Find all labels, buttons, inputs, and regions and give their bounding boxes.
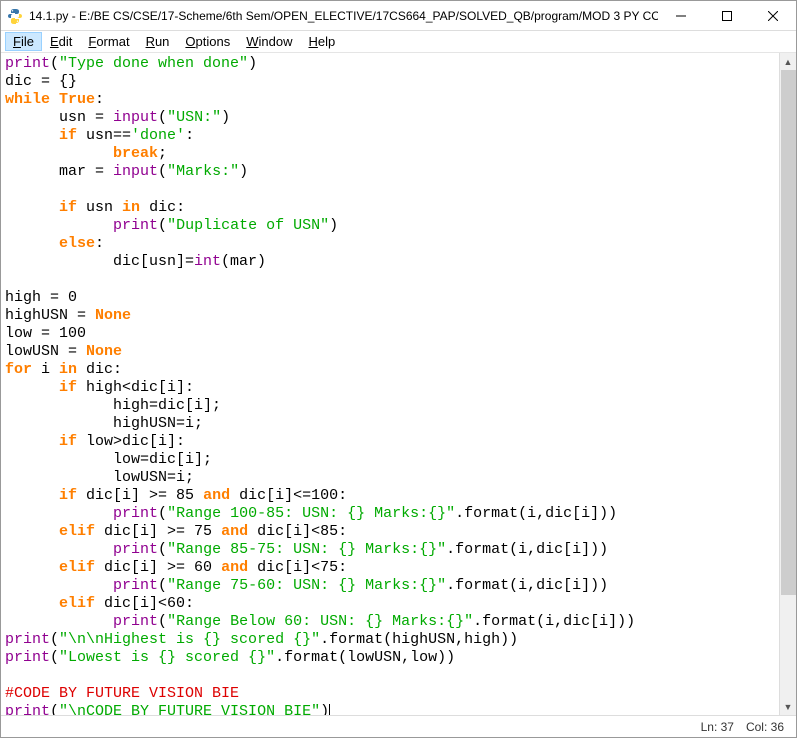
code-line: break;: [5, 145, 775, 163]
code-line: for i in dic:: [5, 361, 775, 379]
scroll-up-arrow[interactable]: ▲: [780, 53, 796, 70]
code-line: high = 0: [5, 289, 775, 307]
menu-options[interactable]: Options: [177, 32, 238, 51]
scroll-down-arrow[interactable]: ▼: [780, 698, 796, 715]
code-line: if high<dic[i]:: [5, 379, 775, 397]
statusbar: Ln: 37 Col: 36: [1, 715, 796, 737]
python-idle-icon: [7, 8, 23, 24]
code-line: if low>dic[i]:: [5, 433, 775, 451]
code-line: mar = input("Marks:"): [5, 163, 775, 181]
code-line: while True:: [5, 91, 775, 109]
code-line: if usn=='done':: [5, 127, 775, 145]
code-line: print("Range 75-60: USN: {} Marks:{}".fo…: [5, 577, 775, 595]
vertical-scrollbar[interactable]: ▲ ▼: [779, 53, 796, 715]
code-line: else:: [5, 235, 775, 253]
code-line: elif dic[i] >= 60 and dic[i]<75:: [5, 559, 775, 577]
status-line: Ln: 37: [701, 720, 734, 734]
code-editor[interactable]: print("Type done when done")dic = {}whil…: [1, 53, 779, 715]
code-line: highUSN=i;: [5, 415, 775, 433]
status-col: Col: 36: [746, 720, 784, 734]
code-line: print("Range Below 60: USN: {} Marks:{}"…: [5, 613, 775, 631]
menu-edit[interactable]: Edit: [42, 32, 80, 51]
code-line: print("Duplicate of USN"): [5, 217, 775, 235]
code-line: dic[usn]=int(mar): [5, 253, 775, 271]
code-line: print("Range 85-75: USN: {} Marks:{}".fo…: [5, 541, 775, 559]
close-button[interactable]: [750, 1, 796, 31]
menu-format[interactable]: Format: [80, 32, 137, 51]
code-line: [5, 271, 775, 289]
code-line: low=dic[i];: [5, 451, 775, 469]
code-line: high=dic[i];: [5, 397, 775, 415]
menu-window[interactable]: Window: [238, 32, 300, 51]
menubar: FileEditFormatRunOptionsWindowHelp: [1, 31, 796, 53]
code-line: dic = {}: [5, 73, 775, 91]
code-line: print("\nCODE BY FUTURE VISION BIE"): [5, 703, 775, 715]
code-line: low = 100: [5, 325, 775, 343]
code-line: lowUSN = None: [5, 343, 775, 361]
menu-file[interactable]: File: [5, 32, 42, 51]
titlebar: 14.1.py - E:/BE CS/CSE/17-Scheme/6th Sem…: [1, 1, 796, 31]
code-line: [5, 667, 775, 685]
code-line: if usn in dic:: [5, 199, 775, 217]
code-line: [5, 181, 775, 199]
code-line: #CODE BY FUTURE VISION BIE: [5, 685, 775, 703]
code-line: print("Range 100-85: USN: {} Marks:{}".f…: [5, 505, 775, 523]
window-controls: [658, 1, 796, 31]
code-line: print("Type done when done"): [5, 55, 775, 73]
editor-area: print("Type done when done")dic = {}whil…: [1, 53, 796, 715]
window-title: 14.1.py - E:/BE CS/CSE/17-Scheme/6th Sem…: [29, 9, 658, 23]
code-line: highUSN = None: [5, 307, 775, 325]
code-line: elif dic[i]<60:: [5, 595, 775, 613]
code-line: if dic[i] >= 85 and dic[i]<=100:: [5, 487, 775, 505]
text-cursor: [329, 704, 330, 715]
menu-help[interactable]: Help: [301, 32, 344, 51]
code-line: lowUSN=i;: [5, 469, 775, 487]
menu-run[interactable]: Run: [138, 32, 178, 51]
minimize-button[interactable]: [658, 1, 704, 31]
maximize-button[interactable]: [704, 1, 750, 31]
scroll-thumb[interactable]: [781, 70, 796, 595]
code-line: elif dic[i] >= 75 and dic[i]<85:: [5, 523, 775, 541]
code-line: usn = input("USN:"): [5, 109, 775, 127]
code-line: print("Lowest is {} scored {}".format(lo…: [5, 649, 775, 667]
code-line: print("\n\nHighest is {} scored {}".form…: [5, 631, 775, 649]
